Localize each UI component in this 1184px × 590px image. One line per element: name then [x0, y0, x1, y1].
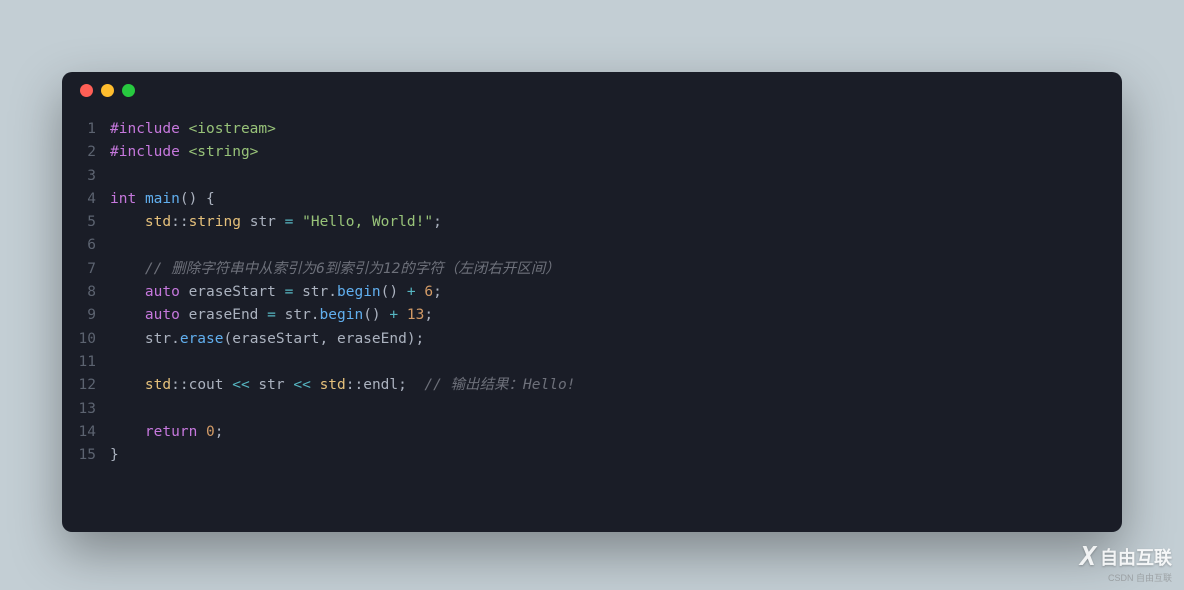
code-line: 13	[62, 398, 1122, 421]
line-number: 2	[62, 141, 110, 164]
code-area[interactable]: 1#include <iostream>2#include <string>3 …	[62, 108, 1122, 467]
line-number: 14	[62, 421, 110, 444]
line-number: 9	[62, 304, 110, 327]
line-number: 15	[62, 444, 110, 467]
line-number: 6	[62, 234, 110, 257]
code-line: 3	[62, 165, 1122, 188]
line-content: return 0;	[110, 421, 224, 444]
line-content	[110, 351, 119, 374]
line-content: std::string str = "Hello, World!";	[110, 211, 442, 234]
line-number: 3	[62, 165, 110, 188]
code-line: 15}	[62, 444, 1122, 467]
code-line: 2#include <string>	[62, 141, 1122, 164]
code-line: 6	[62, 234, 1122, 257]
watermark-x-icon: X	[1080, 542, 1094, 572]
line-content: auto eraseStart = str.begin() + 6;	[110, 281, 442, 304]
line-content: str.erase(eraseStart, eraseEnd);	[110, 328, 424, 351]
code-line: 7 // 删除字符串中从索引为6到索引为12的字符（左闭右开区间）	[62, 258, 1122, 281]
line-content	[110, 165, 119, 188]
close-dot[interactable]	[80, 84, 93, 97]
watermark-logo: X 自由互联	[1080, 542, 1172, 572]
code-line: 1#include <iostream>	[62, 118, 1122, 141]
line-number: 11	[62, 351, 110, 374]
line-content: #include <string>	[110, 141, 258, 164]
code-line: 11	[62, 351, 1122, 374]
watermark-subtext: CSDN 自由互联	[1108, 571, 1172, 584]
code-line: 14 return 0;	[62, 421, 1122, 444]
line-number: 12	[62, 374, 110, 397]
code-line: 9 auto eraseEnd = str.begin() + 13;	[62, 304, 1122, 327]
line-content	[110, 398, 119, 421]
line-number: 5	[62, 211, 110, 234]
code-window: 1#include <iostream>2#include <string>3 …	[62, 72, 1122, 532]
line-content: // 删除字符串中从索引为6到索引为12的字符（左闭右开区间）	[110, 258, 560, 281]
line-number: 1	[62, 118, 110, 141]
line-number: 4	[62, 188, 110, 211]
window-titlebar	[62, 72, 1122, 108]
line-number: 10	[62, 328, 110, 351]
code-line: 12 std::cout << str << std::endl; // 输出结…	[62, 374, 1122, 397]
maximize-dot[interactable]	[122, 84, 135, 97]
code-line: 8 auto eraseStart = str.begin() + 6;	[62, 281, 1122, 304]
line-number: 13	[62, 398, 110, 421]
line-content	[110, 234, 119, 257]
line-content: auto eraseEnd = str.begin() + 13;	[110, 304, 433, 327]
code-line: 10 str.erase(eraseStart, eraseEnd);	[62, 328, 1122, 351]
line-content: #include <iostream>	[110, 118, 276, 141]
code-line: 5 std::string str = "Hello, World!";	[62, 211, 1122, 234]
line-content: }	[110, 444, 119, 467]
line-content: std::cout << str << std::endl; // 输出结果：H…	[110, 374, 575, 397]
line-number: 8	[62, 281, 110, 304]
code-line: 4int main() {	[62, 188, 1122, 211]
minimize-dot[interactable]	[101, 84, 114, 97]
watermark-text: 自由互联	[1100, 544, 1172, 570]
line-content: int main() {	[110, 188, 215, 211]
line-number: 7	[62, 258, 110, 281]
